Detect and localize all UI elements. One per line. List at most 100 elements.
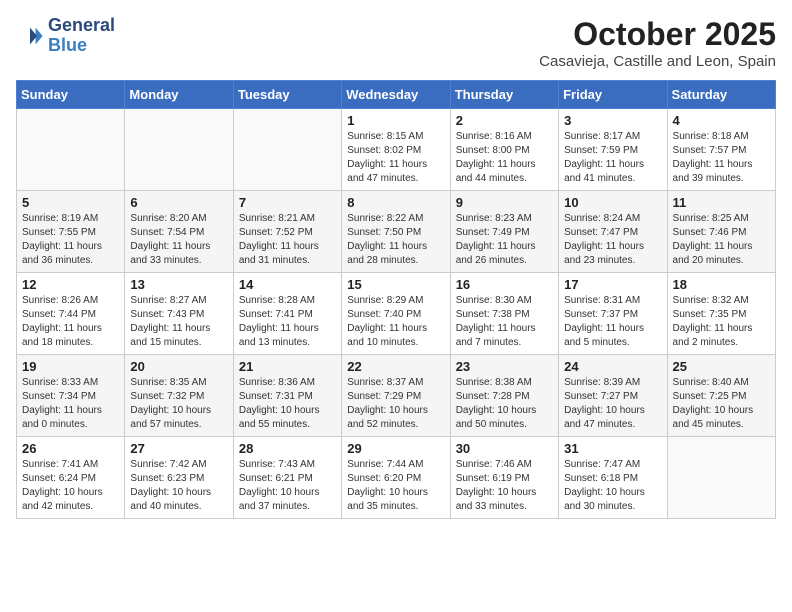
logo-line2: Blue <box>48 35 87 55</box>
weekday-header-sunday: Sunday <box>17 81 125 109</box>
calendar-week-3: 12Sunrise: 8:26 AM Sunset: 7:44 PM Dayli… <box>17 273 776 355</box>
day-info: Sunrise: 8:20 AM Sunset: 7:54 PM Dayligh… <box>130 212 227 268</box>
calendar-cell: 31 Sunrise: 7:47 AM Sunset: 6:18 PM Dayli… <box>559 437 667 519</box>
day-number: 27 <box>130 441 227 456</box>
calendar-cell: 30Sunrise: 7:46 AM Sunset: 6:19 PM Dayli… <box>450 437 558 519</box>
calendar-cell: 16 Sunrise: 8:30 AM Sunset: 7:38 PM Dayli… <box>450 273 558 355</box>
calendar-cell: 2Sunrise: 8:16 AM Sunset: 8:00 PM Daylig… <box>450 109 558 191</box>
day-number: 30 <box>456 441 553 456</box>
day-number: 29 <box>347 441 444 456</box>
day-number: 11 <box>673 195 770 210</box>
day-info: Sunrise: 8:23 AM Sunset: 7:49 PM Dayligh… <box>456 212 553 268</box>
logo: General Blue <box>16 16 115 56</box>
calendar-cell: 8 Sunrise: 8:22 AM Sunset: 7:50 PM Daylig… <box>342 191 450 273</box>
calendar-week-1: 1 Sunrise: 8:15 AM Sunset: 8:02 PM Daylig… <box>17 109 776 191</box>
calendar-cell: 22Sunrise: 8:37 AM Sunset: 7:29 PM Dayli… <box>342 355 450 437</box>
day-number: 26 <box>22 441 119 456</box>
day-number: 14 <box>239 277 336 292</box>
calendar-cell: 1 Sunrise: 8:15 AM Sunset: 8:02 PM Daylig… <box>342 109 450 191</box>
calendar-cell: 14 Sunrise: 8:28 AM Sunset: 7:41 PM Dayli… <box>233 273 341 355</box>
day-info: Sunrise: 8:28 AM Sunset: 7:41 PM Dayligh… <box>239 294 336 350</box>
calendar-cell: 10Sunrise: 8:24 AM Sunset: 7:47 PM Dayli… <box>559 191 667 273</box>
day-info: Sunrise: 8:19 AM Sunset: 7:55 PM Dayligh… <box>22 212 119 268</box>
day-info: Sunrise: 8:18 AM Sunset: 7:57 PM Dayligh… <box>673 130 770 186</box>
day-number: 5 <box>22 195 119 210</box>
calendar-cell <box>667 437 775 519</box>
day-number: 3 <box>564 113 661 128</box>
calendar-cell: 9 Sunrise: 8:23 AM Sunset: 7:49 PM Daylig… <box>450 191 558 273</box>
day-info: Sunrise: 8:36 AM Sunset: 7:31 PM Dayligh… <box>239 376 336 432</box>
day-info: Sunrise: 7:43 AM Sunset: 6:21 PM Dayligh… <box>239 458 336 514</box>
day-info: Sunrise: 8:32 AM Sunset: 7:35 PM Dayligh… <box>673 294 770 350</box>
calendar-cell: 4 Sunrise: 8:18 AM Sunset: 7:57 PM Daylig… <box>667 109 775 191</box>
day-number: 12 <box>22 277 119 292</box>
day-info: Sunrise: 8:33 AM Sunset: 7:34 PM Dayligh… <box>22 376 119 432</box>
day-number: 4 <box>673 113 770 128</box>
day-number: 6 <box>130 195 227 210</box>
day-info: Sunrise: 8:29 AM Sunset: 7:40 PM Dayligh… <box>347 294 444 350</box>
calendar-cell <box>125 109 233 191</box>
calendar-cell: 17Sunrise: 8:31 AM Sunset: 7:37 PM Dayli… <box>559 273 667 355</box>
weekday-header-row: SundayMondayTuesdayWednesdayThursdayFrid… <box>17 81 776 109</box>
logo-icon <box>16 22 44 50</box>
logo-text: General Blue <box>48 16 115 56</box>
calendar-cell: 28 Sunrise: 7:43 AM Sunset: 6:21 PM Dayli… <box>233 437 341 519</box>
day-info: Sunrise: 7:44 AM Sunset: 6:20 PM Dayligh… <box>347 458 444 514</box>
day-number: 19 <box>22 359 119 374</box>
day-info: Sunrise: 7:47 AM Sunset: 6:18 PM Dayligh… <box>564 458 661 514</box>
calendar-cell: 20 Sunrise: 8:35 AM Sunset: 7:32 PM Dayli… <box>125 355 233 437</box>
day-number: 23 <box>456 359 553 374</box>
day-info: Sunrise: 8:35 AM Sunset: 7:32 PM Dayligh… <box>130 376 227 432</box>
day-number: 13 <box>130 277 227 292</box>
day-number: 15 <box>347 277 444 292</box>
day-info: Sunrise: 8:38 AM Sunset: 7:28 PM Dayligh… <box>456 376 553 432</box>
day-number: 8 <box>347 195 444 210</box>
calendar-cell <box>233 109 341 191</box>
weekday-header-thursday: Thursday <box>450 81 558 109</box>
calendar-cell: 21 Sunrise: 8:36 AM Sunset: 7:31 PM Dayli… <box>233 355 341 437</box>
weekday-header-saturday: Saturday <box>667 81 775 109</box>
calendar-cell: 15 Sunrise: 8:29 AM Sunset: 7:40 PM Dayli… <box>342 273 450 355</box>
day-info: Sunrise: 8:16 AM Sunset: 8:00 PM Dayligh… <box>456 130 553 186</box>
day-info: Sunrise: 8:24 AM Sunset: 7:47 PM Dayligh… <box>564 212 661 268</box>
day-info: Sunrise: 8:21 AM Sunset: 7:52 PM Dayligh… <box>239 212 336 268</box>
day-number: 21 <box>239 359 336 374</box>
calendar: SundayMondayTuesdayWednesdayThursdayFrid… <box>16 80 776 519</box>
calendar-cell <box>17 109 125 191</box>
day-number: 28 <box>239 441 336 456</box>
day-number: 1 <box>347 113 444 128</box>
calendar-cell: 25 Sunrise: 8:40 AM Sunset: 7:25 PM Dayli… <box>667 355 775 437</box>
calendar-cell: 6 Sunrise: 8:20 AM Sunset: 7:54 PM Daylig… <box>125 191 233 273</box>
day-number: 9 <box>456 195 553 210</box>
day-number: 7 <box>239 195 336 210</box>
page-header: General Blue October 2025 Casavieja, Cas… <box>16 16 776 70</box>
location: Casavieja, Castille and Leon, Spain <box>539 53 776 70</box>
day-number: 17 <box>564 277 661 292</box>
day-number: 24 <box>564 359 661 374</box>
calendar-cell: 26Sunrise: 7:41 AM Sunset: 6:24 PM Dayli… <box>17 437 125 519</box>
day-info: Sunrise: 8:30 AM Sunset: 7:38 PM Dayligh… <box>456 294 553 350</box>
day-number: 16 <box>456 277 553 292</box>
day-info: Sunrise: 8:40 AM Sunset: 7:25 PM Dayligh… <box>673 376 770 432</box>
day-number: 25 <box>673 359 770 374</box>
weekday-header-friday: Friday <box>559 81 667 109</box>
calendar-week-5: 26Sunrise: 7:41 AM Sunset: 6:24 PM Dayli… <box>17 437 776 519</box>
calendar-week-4: 19 Sunrise: 8:33 AM Sunset: 7:34 PM Dayli… <box>17 355 776 437</box>
calendar-cell: 18 Sunrise: 8:32 AM Sunset: 7:35 PM Dayli… <box>667 273 775 355</box>
calendar-cell: 27 Sunrise: 7:42 AM Sunset: 6:23 PM Dayli… <box>125 437 233 519</box>
day-info: Sunrise: 8:22 AM Sunset: 7:50 PM Dayligh… <box>347 212 444 268</box>
calendar-cell: 23 Sunrise: 8:38 AM Sunset: 7:28 PM Dayli… <box>450 355 558 437</box>
day-number: 20 <box>130 359 227 374</box>
day-info: Sunrise: 8:15 AM Sunset: 8:02 PM Dayligh… <box>347 130 444 186</box>
day-info: Sunrise: 8:27 AM Sunset: 7:43 PM Dayligh… <box>130 294 227 350</box>
day-info: Sunrise: 8:39 AM Sunset: 7:27 PM Dayligh… <box>564 376 661 432</box>
calendar-cell: 5 Sunrise: 8:19 AM Sunset: 7:55 PM Daylig… <box>17 191 125 273</box>
day-number: 18 <box>673 277 770 292</box>
day-info: Sunrise: 7:42 AM Sunset: 6:23 PM Dayligh… <box>130 458 227 514</box>
calendar-cell: 12Sunrise: 8:26 AM Sunset: 7:44 PM Dayli… <box>17 273 125 355</box>
calendar-week-2: 5 Sunrise: 8:19 AM Sunset: 7:55 PM Daylig… <box>17 191 776 273</box>
day-number: 31 <box>564 441 661 456</box>
calendar-cell: 29 Sunrise: 7:44 AM Sunset: 6:20 PM Dayli… <box>342 437 450 519</box>
weekday-header-tuesday: Tuesday <box>233 81 341 109</box>
weekday-header-wednesday: Wednesday <box>342 81 450 109</box>
